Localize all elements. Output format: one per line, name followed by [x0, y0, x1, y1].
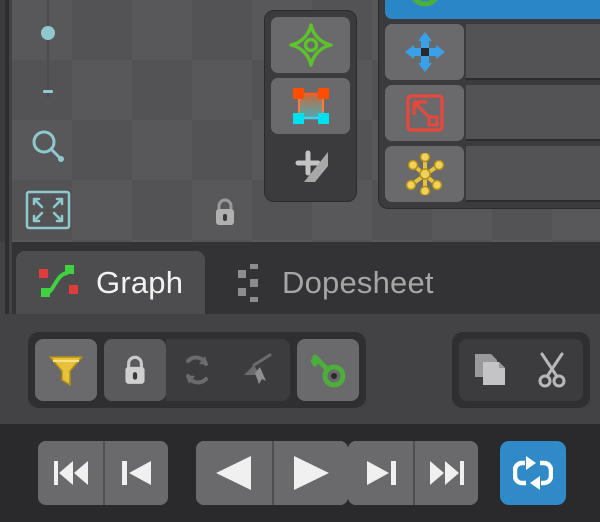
bounding-box-handles-button[interactable]: [271, 78, 350, 134]
filter-button[interactable]: [35, 339, 97, 401]
toolbar-pair-copy-cut: [459, 339, 583, 401]
cut-button[interactable]: [521, 339, 583, 401]
record-field[interactable]: [466, 0, 600, 19]
dopesheet-dots-icon: [238, 263, 258, 302]
toolbar-pair-lock-sync-snap: [104, 339, 290, 401]
loop-button[interactable]: [500, 441, 566, 505]
magnifier-icon[interactable]: [28, 126, 68, 166]
jump-to-end-icon: [429, 461, 464, 485]
tabstrip-gutter: [0, 242, 12, 314]
list-row-scale[interactable]: [385, 85, 600, 141]
transport-group-start: [38, 441, 168, 505]
list-row-record[interactable]: [385, 0, 600, 19]
copy-button[interactable]: [459, 339, 521, 401]
graph-curve-icon: [39, 264, 78, 297]
record-circle-icon: [411, 0, 438, 7]
play-reverse-button[interactable]: [196, 441, 272, 505]
scale-box-icon: [405, 94, 444, 132]
lock-icon[interactable]: [212, 196, 238, 228]
snap-cursor-button[interactable]: [228, 339, 290, 401]
joint-node-icon: [405, 153, 444, 195]
copy-pages-icon: [475, 354, 505, 385]
tab-dopesheet-label: Dopesheet: [282, 264, 434, 300]
step-forward-icon: [366, 461, 396, 485]
transport-group-end: [348, 441, 478, 505]
tab-dopesheet[interactable]: Dopesheet: [214, 251, 456, 314]
tab-graph[interactable]: Graph: [16, 251, 206, 314]
move-arrows-icon: [404, 32, 445, 72]
zoom-slider[interactable]: [40, 0, 56, 100]
sync-arrows-icon: [186, 355, 208, 385]
bounding-box-handles-icon: [292, 88, 329, 124]
list-row-joint[interactable]: [385, 146, 600, 202]
move-swatch: [385, 24, 464, 80]
key-button[interactable]: [297, 339, 359, 401]
window-edge-inner: [9, 0, 12, 242]
record-swatch: [385, 0, 464, 19]
jump-to-end-button[interactable]: [413, 441, 478, 505]
step-forward-button[interactable]: [348, 441, 413, 505]
pivot-center-button[interactable]: [271, 17, 350, 73]
scale-swatch: [385, 85, 464, 141]
play-reverse-icon: [216, 456, 251, 490]
tool-rail-left[interactable]: [264, 10, 357, 202]
transport-controls: [0, 424, 600, 522]
add-keyframe-icon: [295, 150, 328, 182]
scale-field[interactable]: [466, 85, 600, 141]
transport-group-play: [196, 441, 348, 505]
animation-editor-window: Graph Dopesheet: [0, 0, 600, 522]
loop-repeat-icon: [513, 456, 553, 490]
sync-button[interactable]: [166, 339, 228, 401]
filter-funnel-icon: [49, 356, 83, 386]
secondary-toolbar: [0, 314, 600, 424]
zoom-slider-handle[interactable]: [41, 26, 55, 40]
zoom-slider-track: [47, 0, 49, 98]
jump-to-start-button[interactable]: [38, 441, 103, 505]
lock-button[interactable]: [104, 339, 166, 401]
list-row-move[interactable]: [385, 24, 600, 80]
scissors-icon: [538, 352, 566, 388]
viewport[interactable]: [0, 0, 600, 242]
add-keyframe-button[interactable]: [271, 139, 350, 195]
fit-to-screen-icon[interactable]: [25, 190, 71, 230]
play-icon: [294, 456, 329, 490]
move-field[interactable]: [466, 24, 600, 80]
key-icon: [310, 354, 346, 388]
toolbar-left-group: [28, 332, 366, 408]
tool-rail-right[interactable]: [378, 0, 600, 209]
pivot-center-icon: [288, 23, 333, 67]
joint-field[interactable]: [466, 146, 600, 202]
zoom-out-marker[interactable]: [43, 90, 53, 93]
joint-swatch: [385, 146, 464, 202]
lock-icon: [125, 355, 145, 384]
step-back-icon: [121, 461, 151, 485]
toolbar-right-group: [452, 332, 590, 408]
play-button[interactable]: [272, 441, 348, 505]
editor-tabs: Graph Dopesheet: [0, 242, 600, 314]
jump-to-start-icon: [53, 461, 88, 485]
tab-graph-label: Graph: [96, 264, 184, 300]
snap-cursor-icon: [244, 353, 272, 384]
step-back-button[interactable]: [103, 441, 168, 505]
